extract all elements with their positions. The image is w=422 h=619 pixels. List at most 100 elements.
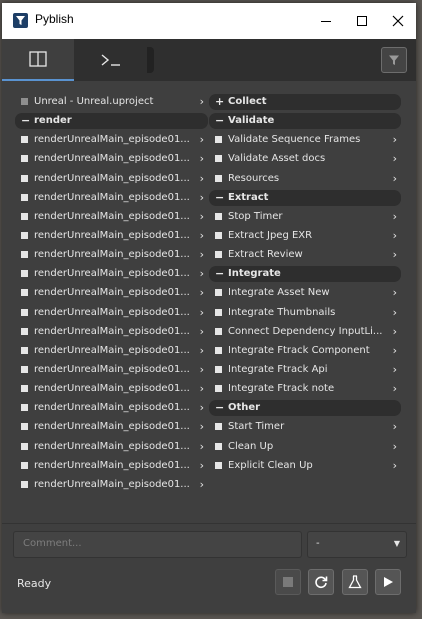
section-toggle-icon[interactable]: − (21, 114, 30, 127)
instance-item[interactable]: › renderUnrealMain_episode01... (15, 323, 208, 342)
checkbox-icon[interactable] (21, 155, 28, 163)
checkbox-icon[interactable] (215, 174, 222, 182)
instance-item[interactable]: › renderUnrealMain_episode01... (15, 265, 208, 284)
chevron-right-icon[interactable]: › (200, 306, 204, 319)
filter-button[interactable] (381, 47, 407, 73)
publish-button[interactable] (375, 569, 401, 595)
chevron-right-icon[interactable]: › (393, 363, 397, 376)
chevron-right-icon[interactable]: › (393, 325, 397, 338)
reset-button[interactable] (308, 569, 334, 595)
maximize-button[interactable] (344, 3, 380, 39)
chevron-right-icon[interactable]: › (200, 286, 204, 299)
chevron-right-icon[interactable]: › (393, 248, 397, 261)
checkbox-icon[interactable] (215, 327, 222, 335)
plugin-item[interactable]: › Connect Dependency InputLi... (209, 323, 401, 342)
chevron-right-icon[interactable]: › (200, 95, 204, 108)
checkbox-icon[interactable] (21, 404, 28, 412)
checkbox-icon[interactable] (21, 442, 28, 450)
plugin-item[interactable]: › Integrate Ftrack Component (209, 342, 401, 361)
checkbox-icon[interactable] (215, 385, 222, 393)
stop-button[interactable] (275, 569, 301, 595)
chevron-right-icon[interactable]: › (393, 382, 397, 395)
chevron-right-icon[interactable]: › (393, 459, 397, 472)
chevron-right-icon[interactable]: › (200, 210, 204, 223)
instance-item[interactable]: › Unreal - Unreal.uproject (15, 93, 208, 112)
tab-terminal[interactable] (75, 39, 147, 81)
plugin-item[interactable]: › Extract Review (209, 246, 401, 265)
comment-input[interactable]: Comment... (13, 531, 302, 558)
instance-item[interactable]: › renderUnrealMain_episode01... (15, 342, 208, 361)
chevron-right-icon[interactable]: › (200, 152, 204, 165)
section-toggle-icon[interactable]: − (215, 114, 224, 127)
chevron-right-icon[interactable]: › (200, 267, 204, 280)
checkbox-icon[interactable] (215, 136, 222, 144)
checkbox-icon[interactable] (215, 346, 222, 354)
instance-item[interactable]: › renderUnrealMain_episode01... (15, 476, 208, 495)
instance-item[interactable]: › renderUnrealMain_episode01... (15, 227, 208, 246)
checkbox-icon[interactable] (21, 212, 28, 220)
instance-item[interactable]: › renderUnrealMain_episode01... (15, 418, 208, 437)
instance-item[interactable]: › renderUnrealMain_episode01... (15, 284, 208, 303)
checkbox-icon[interactable] (215, 365, 222, 373)
plugin-item[interactable]: › Resources (209, 170, 401, 189)
plugin-item[interactable]: › Validate Asset docs (209, 150, 401, 169)
chevron-right-icon[interactable]: › (200, 133, 204, 146)
plugin-item[interactable]: › Extract Jpeg EXR (209, 227, 401, 246)
plugin-item[interactable]: › Stop Timer (209, 208, 401, 227)
section-toggle-icon[interactable]: + (215, 95, 224, 108)
checkbox-icon[interactable] (21, 98, 28, 105)
chevron-right-icon[interactable]: › (200, 420, 204, 433)
chevron-right-icon[interactable]: › (200, 440, 204, 453)
instance-item[interactable]: › renderUnrealMain_episode01... (15, 304, 208, 323)
checkbox-icon[interactable] (21, 423, 28, 431)
instance-item[interactable]: › renderUnrealMain_episode01... (15, 150, 208, 169)
chevron-right-icon[interactable]: › (200, 478, 204, 491)
chevron-right-icon[interactable]: › (393, 306, 397, 319)
plugin-section[interactable]: − Other (209, 399, 401, 418)
checkbox-icon[interactable] (21, 308, 28, 316)
instance-item[interactable]: › renderUnrealMain_episode01... (15, 131, 208, 150)
checkbox-icon[interactable] (21, 193, 28, 201)
chevron-right-icon[interactable]: › (393, 344, 397, 357)
instance-item[interactable]: › renderUnrealMain_episode01... (15, 457, 208, 476)
intent-dropdown[interactable]: - ▼ (307, 531, 407, 558)
checkbox-icon[interactable] (21, 231, 28, 239)
chevron-right-icon[interactable]: › (393, 133, 397, 146)
checkbox-icon[interactable] (215, 231, 222, 239)
checkbox-icon[interactable] (215, 423, 222, 431)
validate-button[interactable] (342, 569, 368, 595)
plugin-item[interactable]: › Integrate Ftrack Api (209, 361, 401, 380)
checkbox-icon[interactable] (21, 365, 28, 373)
plugin-section[interactable]: − Validate (209, 112, 401, 131)
checkbox-icon[interactable] (21, 461, 28, 469)
close-button[interactable] (380, 3, 416, 39)
checkbox-icon[interactable] (215, 308, 222, 316)
chevron-right-icon[interactable]: › (200, 229, 204, 242)
section-toggle-icon[interactable]: − (215, 191, 224, 204)
plugin-item[interactable]: › Integrate Asset New (209, 284, 401, 303)
checkbox-icon[interactable] (21, 136, 28, 144)
plugin-item[interactable]: › Start Timer (209, 418, 401, 437)
chevron-right-icon[interactable]: › (200, 325, 204, 338)
section-toggle-icon[interactable]: − (215, 267, 224, 280)
chevron-right-icon[interactable]: › (393, 210, 397, 223)
checkbox-icon[interactable] (215, 251, 222, 259)
chevron-right-icon[interactable]: › (200, 382, 204, 395)
instance-item[interactable]: › renderUnrealMain_episode01... (15, 438, 208, 457)
chevron-right-icon[interactable]: › (393, 286, 397, 299)
chevron-right-icon[interactable]: › (393, 440, 397, 453)
plugin-section[interactable]: + Collect (209, 93, 401, 112)
checkbox-icon[interactable] (21, 174, 28, 182)
checkbox-icon[interactable] (21, 480, 28, 488)
checkbox-icon[interactable] (21, 327, 28, 335)
chevron-right-icon[interactable]: › (393, 152, 397, 165)
instance-item[interactable]: › renderUnrealMain_episode01... (15, 170, 208, 189)
section-toggle-icon[interactable]: − (215, 401, 224, 414)
checkbox-icon[interactable] (21, 270, 28, 278)
chevron-right-icon[interactable]: › (393, 229, 397, 242)
checkbox-icon[interactable] (21, 289, 28, 297)
chevron-right-icon[interactable]: › (200, 363, 204, 376)
checkbox-icon[interactable] (21, 385, 28, 393)
plugin-item[interactable]: › Explicit Clean Up (209, 457, 401, 476)
tab-artist-view[interactable] (2, 39, 74, 81)
